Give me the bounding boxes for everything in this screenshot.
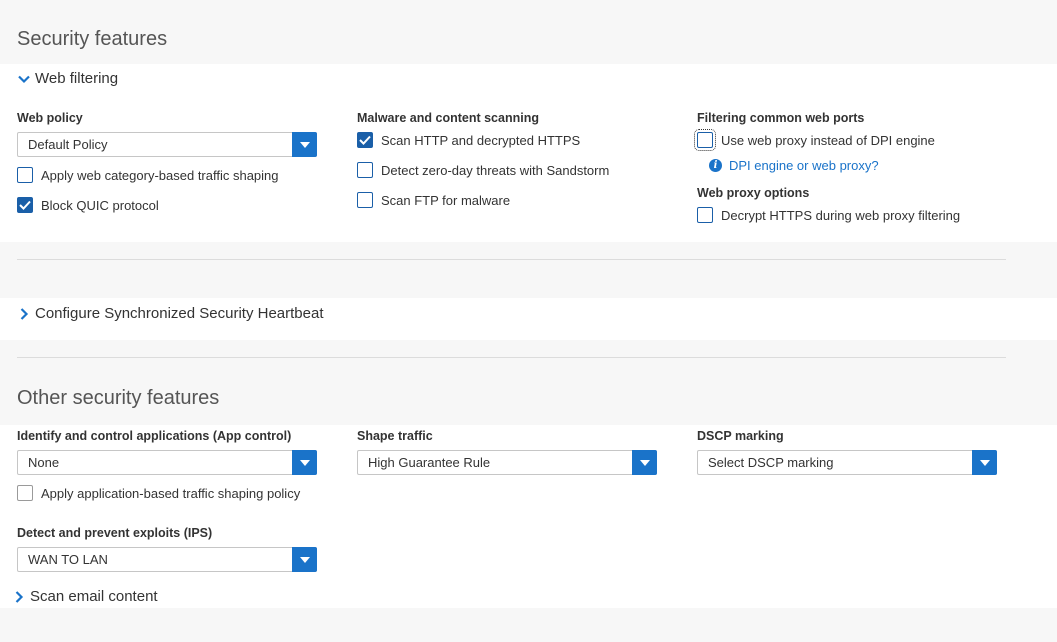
checkbox-unchecked-icon (697, 207, 713, 223)
section-divider (17, 357, 1006, 358)
scan-http-label: Scan HTTP and decrypted HTTPS (381, 132, 581, 148)
use-web-proxy-checkbox[interactable]: Use web proxy instead of DPI engine (694, 129, 935, 151)
dpi-or-proxy-help-link[interactable]: i DPI engine or web proxy? (709, 158, 879, 173)
shape-traffic-select[interactable]: High Guarantee Rule (357, 450, 657, 475)
dscp-marking-value: Select DSCP marking (708, 455, 834, 470)
ips-value: WAN TO LAN (28, 552, 108, 567)
decrypt-https-label: Decrypt HTTPS during web proxy filtering (721, 207, 961, 223)
shape-traffic-value: High Guarantee Rule (368, 455, 491, 470)
chevron-right-icon (15, 590, 24, 603)
malware-scanning-label: Malware and content scanning (357, 111, 539, 125)
checkbox-unchecked-icon (17, 167, 33, 183)
checkbox-checked-icon (357, 132, 373, 148)
block-quic-checkbox[interactable]: Block QUIC protocol (17, 197, 159, 213)
checkbox-unchecked-icon (357, 192, 373, 208)
app-traffic-shaping-label: Apply application-based traffic shaping … (41, 485, 301, 501)
common-web-ports-label: Filtering common web ports (697, 111, 865, 125)
chevron-right-icon (20, 307, 29, 320)
app-traffic-shaping-checkbox[interactable]: Apply application-based traffic shaping … (17, 485, 300, 501)
decrypt-https-checkbox[interactable]: Decrypt HTTPS during web proxy filtering (697, 207, 960, 223)
use-web-proxy-label: Use web proxy instead of DPI engine (721, 132, 935, 148)
dropdown-arrow-icon (972, 450, 997, 475)
web-filtering-label: Web filtering (35, 70, 119, 87)
web-policy-select[interactable]: Default Policy (17, 132, 317, 157)
shape-traffic-label: Shape traffic (357, 429, 433, 443)
other-security-features-title: Other security features (17, 387, 220, 409)
checkbox-checked-icon (17, 197, 33, 213)
scan-http-checkbox[interactable]: Scan HTTP and decrypted HTTPS (357, 132, 580, 148)
scan-email-toggle[interactable]: Scan email content (12, 588, 158, 605)
heartbeat-label: Configure Synchronized Security Heartbea… (35, 305, 324, 322)
app-control-label: Identify and control applications (App c… (17, 429, 292, 443)
web-filtering-toggle[interactable]: Web filtering (17, 70, 118, 87)
app-control-value: None (28, 455, 60, 470)
dropdown-arrow-icon (632, 450, 657, 475)
block-quic-label: Block QUIC protocol (41, 197, 159, 213)
scan-ftp-label: Scan FTP for malware (381, 192, 511, 208)
section-divider (17, 259, 1006, 260)
ips-select[interactable]: WAN TO LAN (17, 547, 317, 572)
scan-ftp-checkbox[interactable]: Scan FTP for malware (357, 192, 510, 208)
web-proxy-options-label: Web proxy options (697, 186, 810, 200)
app-control-select[interactable]: None (17, 450, 317, 475)
dscp-marking-select[interactable]: Select DSCP marking (697, 450, 997, 475)
checkbox-unchecked-icon (17, 485, 33, 501)
checkbox-unchecked-icon (694, 129, 716, 151)
dropdown-arrow-icon (292, 547, 317, 572)
ips-label: Detect and prevent exploits (IPS) (17, 526, 213, 540)
web-policy-label: Web policy (17, 111, 83, 125)
chevron-down-icon (18, 75, 30, 83)
security-features-title: Security features (17, 28, 168, 50)
dscp-marking-label: DSCP marking (697, 429, 784, 443)
scan-email-label: Scan email content (30, 588, 158, 605)
dropdown-arrow-icon (292, 450, 317, 475)
info-icon: i (709, 159, 722, 172)
dpi-or-proxy-help-text: DPI engine or web proxy? (729, 158, 879, 173)
web-traffic-shaping-checkbox[interactable]: Apply web category-based traffic shaping (17, 167, 279, 183)
sandstorm-checkbox[interactable]: Detect zero-day threats with Sandstorm (357, 162, 609, 178)
checkbox-unchecked-icon (357, 162, 373, 178)
web-traffic-shaping-label: Apply web category-based traffic shaping (41, 167, 279, 183)
sandstorm-label: Detect zero-day threats with Sandstorm (381, 162, 610, 178)
dropdown-arrow-icon (292, 132, 317, 157)
web-policy-value: Default Policy (28, 137, 108, 152)
heartbeat-toggle[interactable]: Configure Synchronized Security Heartbea… (17, 305, 324, 322)
